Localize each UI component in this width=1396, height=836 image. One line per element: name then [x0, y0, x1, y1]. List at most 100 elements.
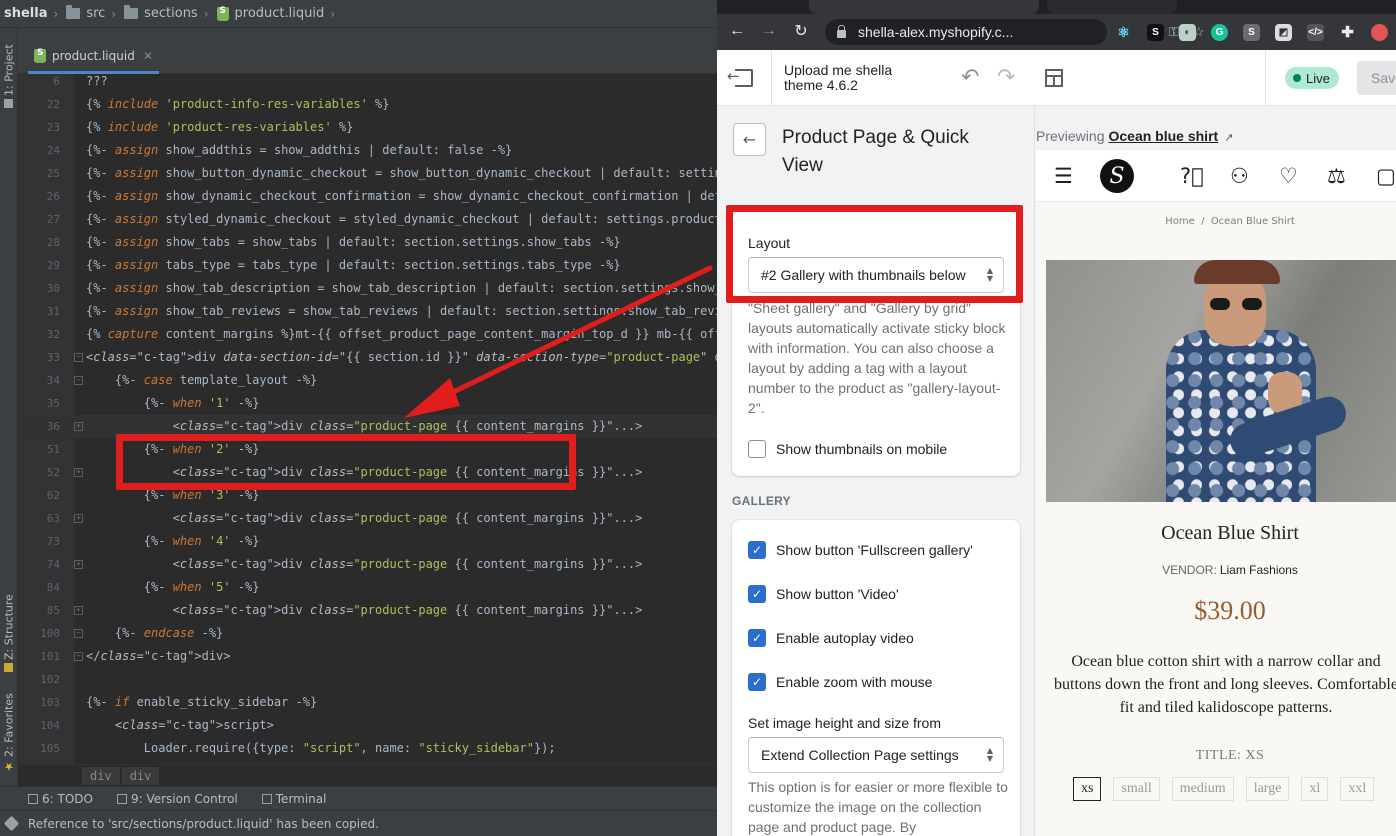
code-line[interactable]: 26 {%- assign show_dynamic_checkout_confi… [18, 185, 717, 208]
external-link-icon[interactable]: ↗ [1224, 131, 1233, 144]
breadcrumb-item-shella[interactable]: shella [4, 6, 48, 21]
tag-crumb[interactable]: div [82, 766, 120, 785]
browser-tab[interactable] [809, 0, 1039, 14]
code-line[interactable]: 52 + <class="c-tag">div class="product-pa… [18, 461, 717, 484]
wishlist-heart-icon[interactable]: ♡ [1279, 164, 1298, 188]
size-option-small[interactable]: small [1113, 777, 1160, 801]
compare-scales-icon[interactable]: ⚖ [1327, 164, 1346, 188]
show-thumbnails-mobile-checkbox[interactable]: Show thumbnails on mobile [748, 439, 947, 459]
menu-search-icon[interactable]: ☰ [1054, 164, 1073, 188]
code-line[interactable]: 51 {%- when '2' -%} [18, 438, 717, 461]
size-option-medium[interactable]: medium [1171, 777, 1234, 801]
code-line[interactable]: 105 Loader.require({type: "script", name… [18, 737, 717, 760]
code-line[interactable]: 104 <class="c-tag">script> [18, 714, 717, 737]
address-bar[interactable]: shella-alex.myshopify.c... ⚿ ☆ [825, 19, 1205, 45]
checkbox-checked-icon[interactable]: ✓ [748, 585, 766, 603]
code-line[interactable]: 25 {%- assign show_button_dynamic_checkou… [18, 162, 717, 185]
version-control-tool-button[interactable]: 9: Version Control [116, 792, 238, 806]
fold-icon[interactable]: + [74, 422, 83, 431]
checkbox-checked-icon[interactable]: ✓ [748, 673, 766, 691]
tool-tab-project[interactable]: 1: Project [0, 36, 18, 116]
code-editor[interactable]: 6??? 22 {% include 'product-info-res-varia… [18, 74, 717, 764]
shopify-extension-icon[interactable]: S [1147, 23, 1164, 41]
code-line[interactable]: 74 + <class="c-tag">div class="product-pa… [18, 553, 717, 576]
fold-icon[interactable]: + [74, 606, 83, 615]
size-option-xxl[interactable]: xxl [1340, 777, 1375, 801]
todo-tool-button[interactable]: 6: TODO [28, 792, 93, 806]
fold-icon[interactable]: + [74, 560, 83, 569]
gallery-option-checkbox[interactable]: ✓ Enable zoom with mouse [748, 672, 932, 692]
code-line[interactable]: 31 {%- assign show_tab_reviews = show_tab… [18, 300, 717, 323]
react-devtools-icon[interactable]: ⚛ [1115, 24, 1132, 41]
redo-icon[interactable]: ↷ [997, 65, 1015, 90]
fold-icon[interactable]: − [74, 376, 83, 385]
code-line[interactable]: 30 {%- assign show_tab_description = show… [18, 277, 717, 300]
code-line[interactable]: 33 − <class="c-tag">div data-section-id="{… [18, 346, 717, 369]
code-line[interactable]: 34 − {%- case template_layout -%} [18, 369, 717, 392]
event-icon[interactable] [3, 815, 20, 832]
crumb-home[interactable]: Home [1165, 216, 1195, 227]
previewing-product-link[interactable]: Ocean blue shirt [1108, 128, 1218, 144]
code-line[interactable]: 36 + <class="c-tag">div class="product-pa… [18, 415, 717, 438]
shopify-bag-icon[interactable]: S [1243, 23, 1260, 41]
code-line[interactable]: 29 {%- assign tabs_type = tabs_type | def… [18, 254, 717, 277]
gallery-option-checkbox[interactable]: ✓ Show button 'Fullscreen gallery' [748, 540, 973, 560]
save-button[interactable]: Save [1357, 61, 1396, 95]
account-icon[interactable]: ⚇ [1230, 164, 1249, 188]
help-icon[interactable]: ?⃝ [1180, 164, 1204, 188]
reload-icon[interactable]: ↻ [785, 21, 817, 41]
code-line[interactable]: 63 + <class="c-tag">div class="product-pa… [18, 507, 717, 530]
image-size-select[interactable]: Extend Collection Page settings ▲ ▼ [748, 737, 1004, 773]
code-line[interactable]: 28 {%- assign show_tabs = show_tabs | def… [18, 231, 717, 254]
layout-select[interactable]: #2 Gallery with thumbnails below ▲ ▼ [748, 257, 1004, 293]
code-line[interactable]: 102 [18, 668, 717, 691]
code-line[interactable]: 24 {%- assign show_addthis = show_addthis… [18, 139, 717, 162]
gallery-option-checkbox[interactable]: ✓ Enable autoplay video [748, 628, 914, 648]
code-line[interactable]: 85 + <class="c-tag">div class="product-pa… [18, 599, 717, 622]
code-line[interactable]: 100 − {%- endcase -%} [18, 622, 717, 645]
close-icon[interactable]: ✕ [143, 49, 153, 63]
size-option-large[interactable]: large [1245, 777, 1290, 801]
grammarly-icon[interactable]: G [1211, 23, 1228, 41]
fold-icon[interactable]: + [74, 514, 83, 523]
checkbox-checked-icon[interactable]: ✓ [748, 541, 766, 559]
storefront-preview[interactable]: ☰ S ?⃝ ⚇ ♡ ⚖ ▢ Home / Ocean Blue Shirt O… [1036, 150, 1396, 836]
size-option-xs[interactable]: xs [1073, 777, 1102, 801]
code-icon[interactable]: </> [1307, 23, 1324, 41]
breadcrumb-item-file[interactable]: product.liquid [216, 6, 324, 21]
breadcrumb-item-sections[interactable]: sections [124, 5, 198, 21]
exit-button[interactable] [717, 50, 772, 105]
extension-icon[interactable]: ◐ [1179, 23, 1196, 41]
code-line[interactable]: 84 {%- when '5' -%} [18, 576, 717, 599]
fold-icon[interactable]: − [74, 629, 83, 638]
cart-icon[interactable]: ▢ [1376, 164, 1396, 188]
undo-icon[interactable]: ↶ [961, 65, 979, 90]
code-line[interactable]: 23 {% include 'product-res-variables' %} [18, 116, 717, 139]
store-logo[interactable]: S [1100, 159, 1134, 193]
tool-tab-favorites[interactable]: ★ 2: Favorites [0, 688, 18, 778]
code-line[interactable]: 62 {%- when '3' -%} [18, 484, 717, 507]
tag-crumb[interactable]: div [121, 766, 160, 785]
back-arrow-icon[interactable]: ← [721, 22, 753, 40]
lock-icon[interactable] [837, 25, 846, 38]
editor-tab-product-liquid[interactable]: product.liquid ✕ [28, 40, 159, 74]
back-button[interactable]: ← [733, 123, 766, 156]
fold-icon[interactable]: − [74, 353, 83, 362]
eraser-icon[interactable]: ◩ [1275, 23, 1292, 41]
fold-icon[interactable]: + [74, 468, 83, 477]
browser-tab[interactable] [1047, 0, 1177, 14]
code-line[interactable]: 6??? [18, 74, 717, 93]
checkbox-checked-icon[interactable]: ✓ [748, 629, 766, 647]
code-line[interactable]: 27 {%- assign styled_dynamic_checkout = s… [18, 208, 717, 231]
code-line[interactable]: 35 {%- when '1' -%} [18, 392, 717, 415]
checkbox-icon[interactable] [748, 440, 766, 458]
fold-icon[interactable]: − [74, 652, 83, 661]
puzzle-icon[interactable]: ✚ [1339, 24, 1356, 41]
gallery-option-checkbox[interactable]: ✓ Show button 'Video' [748, 584, 899, 604]
code-line[interactable]: 32 {% capture content_margins %}mt-{{ off… [18, 323, 717, 346]
profile-avatar[interactable] [1371, 23, 1388, 41]
tool-tab-structure[interactable]: Z: Structure [0, 588, 18, 678]
forward-arrow-icon[interactable]: → [753, 22, 785, 40]
code-line[interactable]: 73 {%- when '4' -%} [18, 530, 717, 553]
layout-icon[interactable] [1045, 69, 1063, 87]
